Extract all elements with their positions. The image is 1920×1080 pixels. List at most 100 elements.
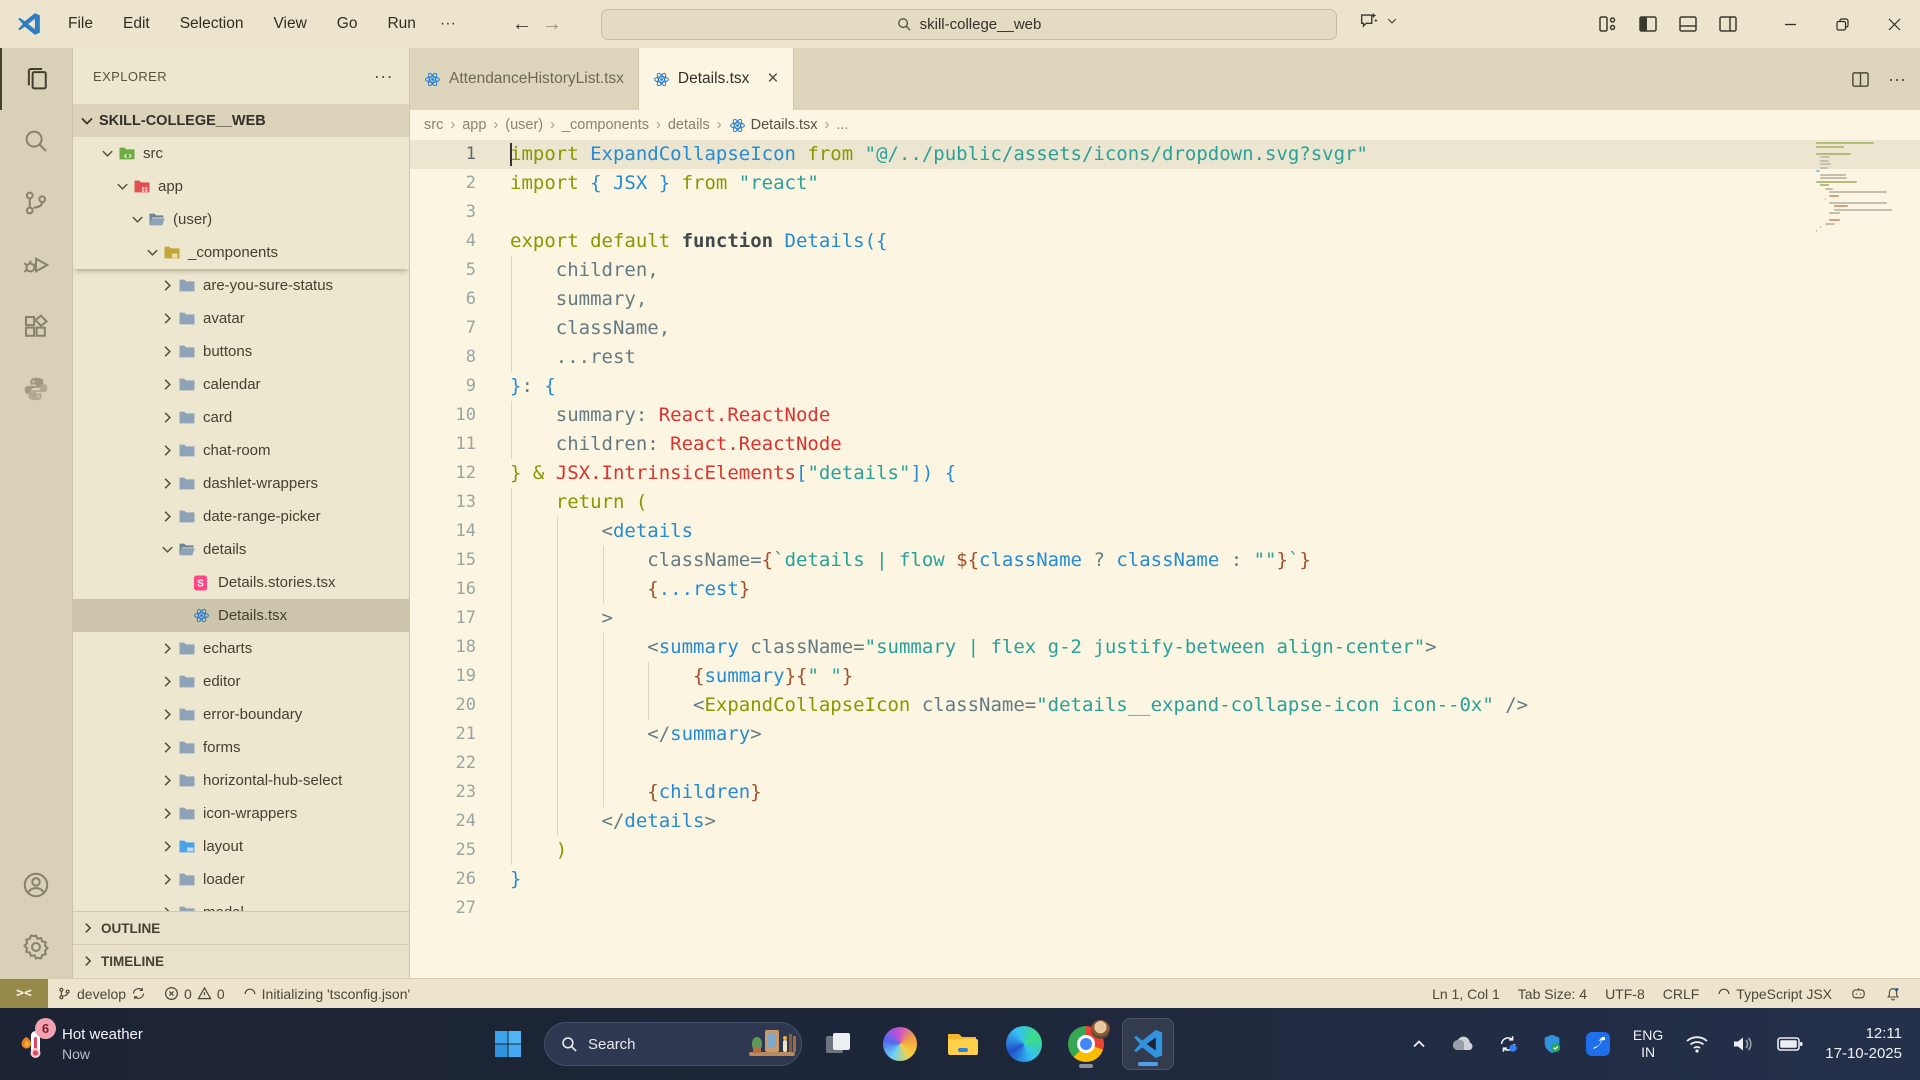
code-line-26[interactable]: 26} bbox=[410, 865, 1920, 894]
code-line-2[interactable]: 2import { JSX } from "react" bbox=[410, 169, 1920, 198]
restore-button[interactable] bbox=[1816, 0, 1868, 48]
tree-item-calendar[interactable]: calendar bbox=[73, 368, 409, 401]
code-line-9[interactable]: 9}: { bbox=[410, 372, 1920, 401]
code-line-16[interactable]: 16 {...rest} bbox=[410, 575, 1920, 604]
code-line-5[interactable]: 5 children, bbox=[410, 256, 1920, 285]
copilot-app-icon[interactable] bbox=[874, 1018, 926, 1070]
file-explorer-icon[interactable] bbox=[936, 1018, 988, 1070]
tab-size[interactable]: Tab Size: 4 bbox=[1509, 979, 1596, 1009]
problems-indicator[interactable]: 0 0 bbox=[155, 979, 234, 1009]
battery-icon[interactable] bbox=[1777, 1035, 1803, 1053]
tree-item-dashlet-wrappers[interactable]: dashlet-wrappers bbox=[73, 467, 409, 500]
close-button[interactable] bbox=[1868, 0, 1920, 48]
breadcrumb-item[interactable]: details bbox=[668, 117, 710, 133]
keyboard-layout[interactable]: ENGIN bbox=[1633, 1027, 1663, 1061]
code-line-15[interactable]: 15 className={`details | flow ${classNam… bbox=[410, 546, 1920, 575]
code-line-10[interactable]: 10 summary: React.ReactNode bbox=[410, 401, 1920, 430]
code-line-13[interactable]: 13 return ( bbox=[410, 488, 1920, 517]
tree-item-chat-room[interactable]: chat-room bbox=[73, 434, 409, 467]
code-line-24[interactable]: 24 </details> bbox=[410, 807, 1920, 836]
copilot-chat-icon[interactable] bbox=[1358, 10, 1380, 32]
split-editor-icon[interactable] bbox=[1851, 70, 1870, 89]
toggle-panel-icon[interactable] bbox=[1678, 14, 1698, 34]
branch-indicator[interactable]: develop bbox=[48, 979, 155, 1009]
tab-close-icon[interactable]: × bbox=[767, 68, 778, 90]
code-line-1[interactable]: 1import ExpandCollapseIcon from "@/../pu… bbox=[410, 140, 1920, 169]
search-view-icon[interactable] bbox=[0, 110, 73, 172]
explorer-actions-icon[interactable]: ··· bbox=[374, 66, 393, 87]
menu-go[interactable]: Go bbox=[325, 11, 370, 37]
eol[interactable]: CRLF bbox=[1654, 979, 1709, 1009]
tree-item-forms[interactable]: forms bbox=[73, 731, 409, 764]
chevron-down-icon[interactable] bbox=[1386, 15, 1398, 27]
nav-back-icon[interactable]: ← bbox=[512, 13, 532, 36]
tree-item-loader[interactable]: loader bbox=[73, 863, 409, 896]
code-line-17[interactable]: 17 > bbox=[410, 604, 1920, 633]
breadcrumb-item[interactable]: _components bbox=[562, 117, 649, 133]
code-line-14[interactable]: 14 <details bbox=[410, 517, 1920, 546]
task-view-button[interactable] bbox=[812, 1018, 864, 1070]
tree-item-app[interactable]: app bbox=[73, 170, 409, 203]
taskbar-search[interactable]: Search bbox=[544, 1022, 802, 1066]
code-line-23[interactable]: 23 {children} bbox=[410, 778, 1920, 807]
tree-item-avatar[interactable]: avatar bbox=[73, 302, 409, 335]
sync-update-icon[interactable] bbox=[1497, 1033, 1519, 1055]
code-line-11[interactable]: 11 children: React.ReactNode bbox=[410, 430, 1920, 459]
copilot-status-icon[interactable] bbox=[1841, 979, 1876, 1009]
notifications-bell-icon[interactable] bbox=[1876, 979, 1910, 1009]
tree-item-icon-wrappers[interactable]: icon-wrappers bbox=[73, 797, 409, 830]
wifi-icon[interactable] bbox=[1685, 1034, 1709, 1054]
code-line-19[interactable]: 19 {summary}{" "} bbox=[410, 662, 1920, 691]
tree-item--components[interactable]: _components bbox=[73, 236, 409, 269]
tree-item-modal[interactable]: modal bbox=[73, 896, 409, 911]
tree-item-layout[interactable]: layout bbox=[73, 830, 409, 863]
tree-item-editor[interactable]: editor bbox=[73, 665, 409, 698]
titlebar-search[interactable]: skill-college__web bbox=[601, 9, 1337, 40]
vscode-app-icon[interactable] bbox=[1122, 1018, 1174, 1070]
extensions-icon[interactable] bbox=[0, 296, 73, 358]
volume-icon[interactable] bbox=[1731, 1034, 1755, 1054]
tree-item-details-tsx[interactable]: Details.tsx bbox=[73, 599, 409, 632]
account-icon[interactable] bbox=[0, 854, 73, 916]
menu-selection[interactable]: Selection bbox=[168, 11, 256, 37]
code-line-6[interactable]: 6 summary, bbox=[410, 285, 1920, 314]
menu-file[interactable]: File bbox=[56, 11, 105, 37]
code-line-18[interactable]: 18 <summary className="summary | flex g-… bbox=[410, 633, 1920, 662]
weather-widget[interactable]: 6 Hot weather Now bbox=[0, 1023, 230, 1065]
tab-attendancehistorylist[interactable]: AttendanceHistoryList.tsx bbox=[410, 48, 639, 110]
explorer-icon[interactable] bbox=[0, 48, 73, 110]
editor-more-actions-icon[interactable]: ··· bbox=[1888, 69, 1906, 90]
run-debug-icon[interactable] bbox=[0, 234, 73, 296]
code-line-8[interactable]: 8 ...rest bbox=[410, 343, 1920, 372]
encoding[interactable]: UTF-8 bbox=[1596, 979, 1654, 1009]
chrome-browser-icon[interactable] bbox=[1060, 1018, 1112, 1070]
tree-item-details[interactable]: details bbox=[73, 533, 409, 566]
code-line-27[interactable]: 27 bbox=[410, 894, 1920, 923]
menu-view[interactable]: View bbox=[261, 11, 318, 37]
phone-link-icon[interactable] bbox=[1585, 1031, 1611, 1057]
tree-item-date-range-picker[interactable]: date-range-picker bbox=[73, 500, 409, 533]
settings-gear-icon[interactable] bbox=[0, 916, 73, 978]
onedrive-icon[interactable] bbox=[1449, 1034, 1475, 1054]
code-line-22[interactable]: 22 bbox=[410, 749, 1920, 778]
menu-edit[interactable]: Edit bbox=[111, 11, 162, 37]
breadcrumb-item[interactable]: app bbox=[462, 117, 486, 133]
outline-section[interactable]: OUTLINE bbox=[73, 911, 409, 944]
tree-item-details-stories-tsx[interactable]: SDetails.stories.tsx bbox=[73, 566, 409, 599]
timeline-section[interactable]: TIMELINE bbox=[73, 944, 409, 977]
taskbar-clock[interactable]: 12:11 17-10-2025 bbox=[1825, 1024, 1902, 1064]
tray-chevron-up-icon[interactable] bbox=[1411, 1036, 1427, 1052]
workspace-root-item[interactable]: SKILL-COLLEGE__WEB bbox=[73, 104, 409, 137]
tree-item-src[interactable]: src bbox=[73, 137, 409, 170]
breadcrumb-item[interactable]: src bbox=[424, 117, 443, 133]
code-line-3[interactable]: 3 bbox=[410, 198, 1920, 227]
menu-run[interactable]: Run bbox=[375, 11, 427, 37]
tab-details[interactable]: Details.tsx × bbox=[639, 48, 794, 110]
breadcrumb-item[interactable]: (user) bbox=[505, 117, 543, 133]
code-editor[interactable]: 1import ExpandCollapseIcon from "@/../pu… bbox=[410, 140, 1920, 978]
cursor-position[interactable]: Ln 1, Col 1 bbox=[1423, 979, 1509, 1009]
tree-item--user-[interactable]: (user) bbox=[73, 203, 409, 236]
code-line-21[interactable]: 21 </summary> bbox=[410, 720, 1920, 749]
tree-item-card[interactable]: card bbox=[73, 401, 409, 434]
toggle-secondary-sidebar-icon[interactable] bbox=[1718, 14, 1738, 34]
